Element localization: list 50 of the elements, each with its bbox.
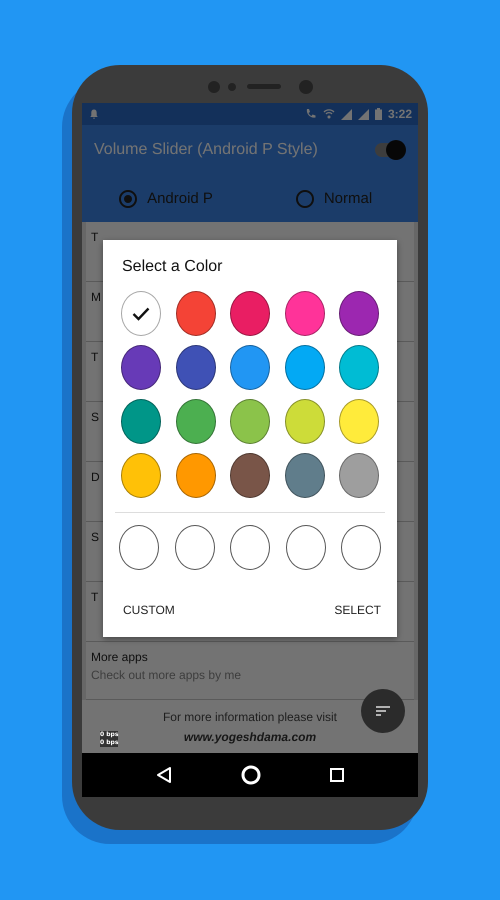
item-title: T (91, 590, 98, 604)
color-swatch[interactable] (121, 345, 161, 390)
signal-icon (358, 108, 369, 120)
check-icon (132, 306, 150, 320)
item-title: D (91, 470, 100, 484)
dialog-button[interactable]: SELECT (332, 599, 383, 621)
app-title: Volume Slider (Android P Style) (94, 141, 319, 159)
status-time: 3:22 (388, 107, 412, 121)
color-swatch[interactable] (284, 453, 324, 498)
item-title: T (91, 230, 98, 244)
dialog-button[interactable]: CUSTOM (121, 599, 177, 621)
recents-icon[interactable] (330, 768, 344, 782)
color-swatch[interactable] (230, 291, 270, 336)
empty-color-slot[interactable] (341, 525, 381, 570)
signal-icon (340, 108, 352, 120)
home-icon[interactable] (240, 765, 261, 785)
color-swatch[interactable] (339, 453, 379, 498)
color-swatch[interactable] (176, 291, 216, 336)
item-title: S (91, 530, 100, 544)
item-title: M (91, 290, 101, 304)
color-swatch[interactable] (230, 399, 270, 444)
item-title: More apps (91, 650, 148, 664)
color-swatch[interactable] (339, 399, 379, 444)
item-title: S (91, 410, 100, 424)
color-swatch[interactable] (339, 345, 379, 390)
dialog-title: Select a Color (122, 258, 222, 276)
back-icon[interactable] (156, 766, 172, 784)
color-swatch[interactable] (284, 291, 324, 336)
color-swatch[interactable] (121, 453, 161, 498)
color-swatch[interactable] (121, 291, 161, 336)
color-swatch[interactable] (284, 399, 324, 444)
bell-icon (90, 109, 98, 119)
footer-text: For more information please visit (162, 710, 338, 724)
color-swatch[interactable] (176, 399, 216, 444)
call-icon (304, 108, 317, 120)
color-swatch[interactable] (121, 399, 161, 444)
item-title: T (91, 350, 98, 364)
empty-color-slot[interactable] (230, 525, 270, 570)
empty-color-slot[interactable] (119, 525, 159, 570)
empty-color-slot[interactable] (286, 525, 326, 570)
color-swatch[interactable] (176, 453, 216, 498)
color-swatch[interactable] (339, 291, 379, 336)
sort-icon (376, 706, 390, 716)
color-swatch[interactable] (230, 345, 270, 390)
color-swatch[interactable] (230, 453, 270, 498)
color-swatch[interactable] (284, 345, 324, 390)
empty-color-slot[interactable] (174, 525, 214, 570)
color-swatch[interactable] (176, 345, 216, 390)
website-link[interactable]: www.yogeshdama.com (184, 730, 316, 744)
battery-icon (374, 108, 382, 120)
